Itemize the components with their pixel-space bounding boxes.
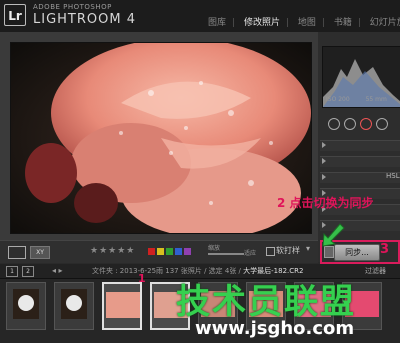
spot-removal-icon[interactable] bbox=[344, 118, 356, 130]
brand-title: LIGHTROOM 4 bbox=[33, 12, 136, 27]
color-label-blue[interactable] bbox=[175, 248, 182, 255]
step-callout-2: 2 点击切换为同步 bbox=[277, 196, 374, 210]
color-label-red[interactable] bbox=[148, 248, 155, 255]
brand-subtitle: ADOBE PHOTOSHOP bbox=[33, 3, 112, 11]
color-label-green[interactable] bbox=[166, 248, 173, 255]
window-1-button[interactable]: 1 bbox=[6, 266, 18, 277]
crop-tool-icon[interactable] bbox=[328, 118, 340, 130]
green-arrow-icon bbox=[322, 223, 345, 247]
window-2-button[interactable]: 2 bbox=[22, 266, 34, 277]
toolbar-menu-chevron-icon[interactable]: ▾ bbox=[306, 244, 310, 253]
expand-arrow-icon[interactable] bbox=[322, 174, 326, 180]
fit-label: 适应 bbox=[244, 250, 257, 257]
module-separator: | bbox=[232, 18, 236, 28]
star-rating[interactable]: ★★★★★ bbox=[90, 246, 135, 256]
watermark-logo: 技术员联盟 bbox=[176, 282, 356, 322]
graduated-filter-icon[interactable] bbox=[376, 118, 388, 130]
module-library[interactable]: 图库 bbox=[208, 15, 226, 28]
panel-section-basic[interactable] bbox=[320, 140, 400, 151]
soft-proof-label: 软打样 bbox=[276, 246, 300, 255]
color-label-yellow[interactable] bbox=[157, 248, 164, 255]
expand-arrow-icon[interactable] bbox=[322, 158, 326, 164]
module-separator: | bbox=[321, 18, 325, 28]
panel-section-tone-curve[interactable] bbox=[320, 156, 400, 167]
rose-photo bbox=[11, 43, 311, 233]
module-separator: | bbox=[357, 18, 361, 28]
module-book[interactable]: 书籍 bbox=[334, 15, 352, 28]
module-picker: 图库 | 修改照片 | 地图 | 书籍 | 幻灯片放 bbox=[208, 15, 400, 28]
hsl-panel-label: HSL bbox=[386, 172, 400, 180]
watermark-url: www.jsgho.com bbox=[195, 318, 355, 339]
main-photo[interactable] bbox=[10, 42, 312, 234]
zoom-label: 缩放 bbox=[208, 245, 221, 252]
thumbnail-image bbox=[61, 289, 87, 319]
compare-view-button[interactable]: XY bbox=[30, 246, 50, 259]
focal-length: 55 mm bbox=[365, 96, 387, 103]
color-label-purple[interactable] bbox=[184, 248, 191, 255]
filmstrip-thumbnail[interactable] bbox=[54, 282, 94, 330]
filmstrip-nav-arrows[interactable]: ◂ ▸ bbox=[52, 266, 63, 275]
filmstrip-thumbnail-selected[interactable] bbox=[102, 282, 142, 330]
step-callout-1: 1 bbox=[138, 272, 146, 285]
expand-arrow-icon[interactable] bbox=[322, 142, 326, 148]
module-develop[interactable]: 修改照片 bbox=[244, 15, 280, 28]
histogram-meta: ISO 200 55 mm bbox=[326, 96, 387, 103]
module-slideshow[interactable]: 幻灯片放 bbox=[370, 15, 400, 28]
thumbnail-image bbox=[106, 292, 140, 318]
module-separator: | bbox=[285, 18, 289, 28]
filmstrip-thumbnail[interactable] bbox=[6, 282, 46, 330]
zoom-slider[interactable] bbox=[208, 253, 244, 255]
lightroom-logo: Lr bbox=[4, 4, 26, 26]
red-eye-icon[interactable] bbox=[360, 118, 372, 130]
soft-proof-checkbox[interactable] bbox=[266, 247, 275, 256]
thumbnail-image bbox=[13, 289, 39, 319]
tool-strip bbox=[322, 115, 400, 131]
loupe-view-button[interactable] bbox=[8, 246, 26, 259]
module-map[interactable]: 地图 bbox=[298, 15, 316, 28]
iso-value: ISO 200 bbox=[326, 96, 350, 103]
step-callout-3: 3 bbox=[380, 242, 390, 257]
filter-label[interactable]: 过滤器 bbox=[365, 266, 386, 276]
